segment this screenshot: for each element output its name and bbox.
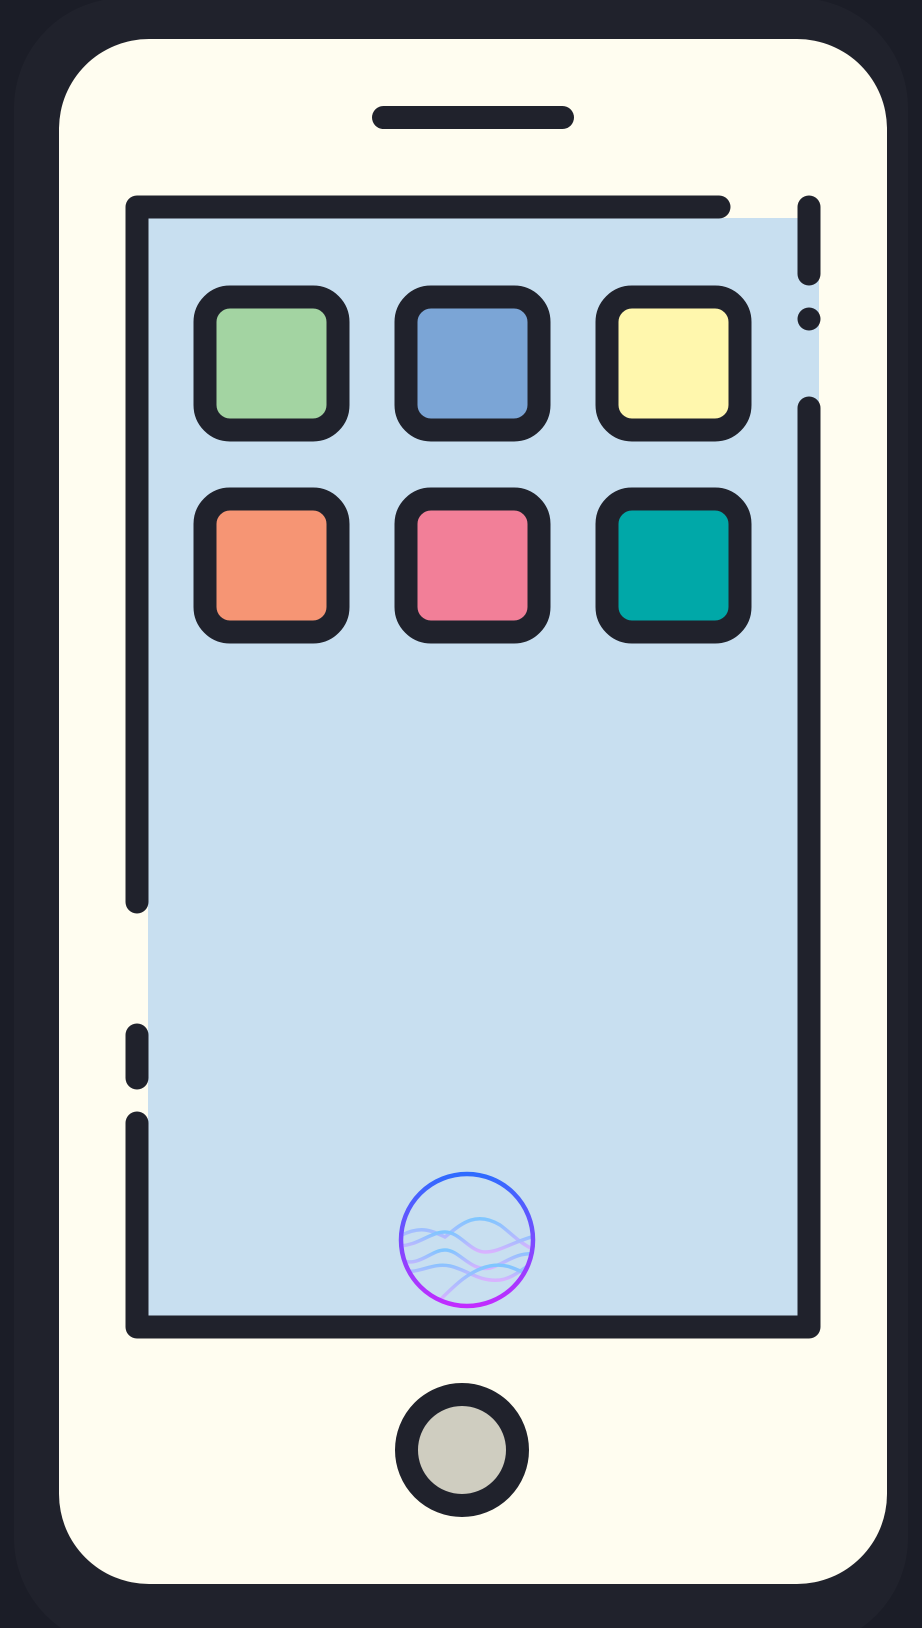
- home-button-icon[interactable]: [395, 1383, 529, 1517]
- speaker-slot: [372, 106, 574, 129]
- phone-illustration: [0, 0, 922, 1628]
- app-icon-pink[interactable]: [394, 487, 551, 644]
- app-icon-yellow[interactable]: [595, 285, 752, 442]
- app-icon-green[interactable]: [193, 285, 350, 442]
- screen-outline-dot: [797, 307, 821, 331]
- app-icon-blue[interactable]: [394, 285, 551, 442]
- app-icon-teal[interactable]: [595, 487, 752, 644]
- app-icon-orange[interactable]: [193, 487, 350, 644]
- phone-svg: [14, 0, 908, 1628]
